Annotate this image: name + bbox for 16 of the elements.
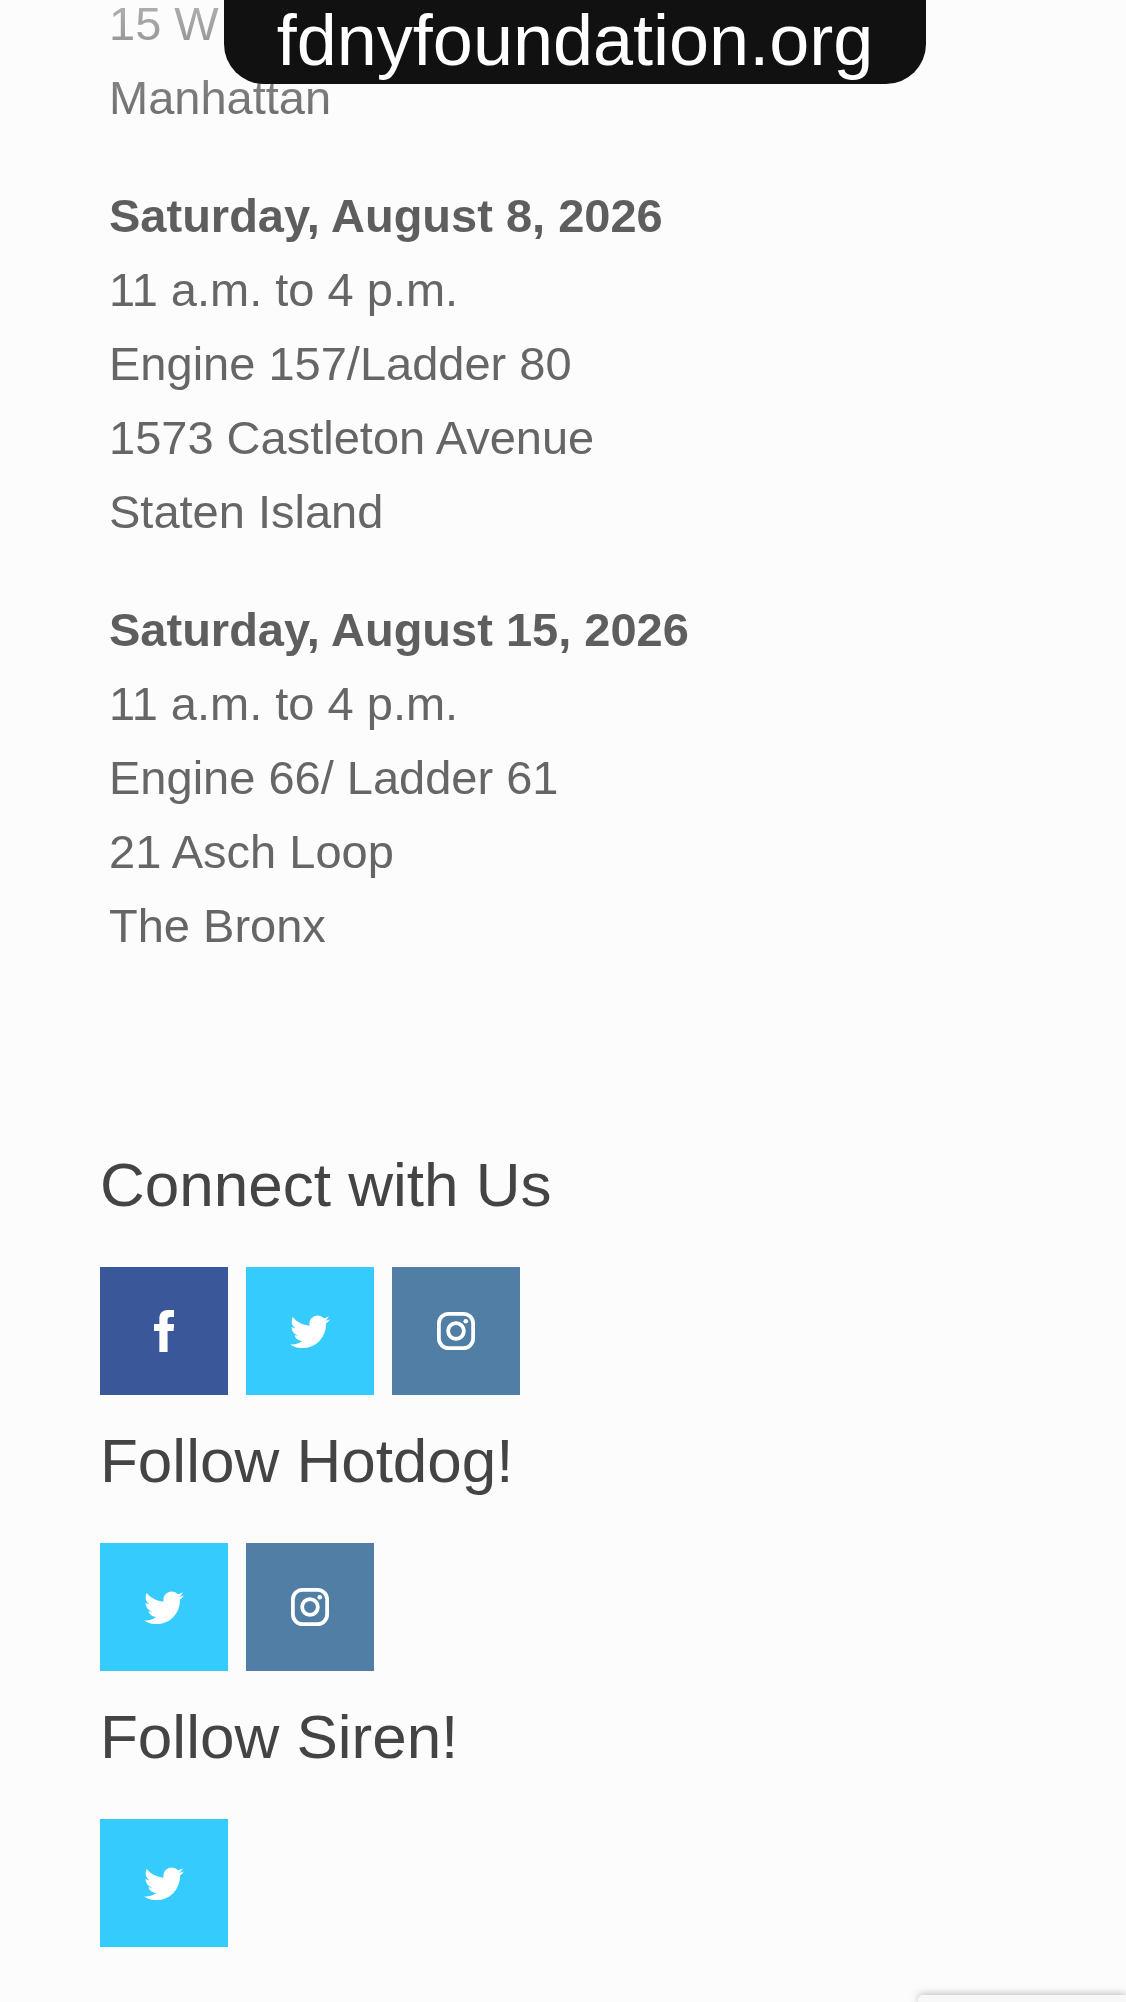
social-button[interactable] <box>100 1267 228 1395</box>
social-button[interactable] <box>246 1543 374 1671</box>
event-detail-text: Staten Island <box>109 488 384 535</box>
url-tooltip: fdnyfoundation.org <box>224 0 926 84</box>
event-detail-text: 15 W <box>109 0 219 47</box>
social-button[interactable] <box>392 1267 520 1395</box>
section-heading: Follow Siren! <box>100 1706 459 1768</box>
bird-icon <box>290 1314 330 1348</box>
event-detail-text: The Bronx <box>109 902 326 949</box>
bird-icon <box>144 1590 184 1624</box>
event-detail-text: 1573 Castleton Avenue <box>109 414 595 461</box>
camera-icon <box>437 1312 475 1350</box>
bird-icon <box>144 1866 184 1900</box>
camera-icon <box>291 1588 329 1626</box>
section-heading: Connect with Us <box>100 1154 552 1216</box>
letter-f-icon <box>154 1310 174 1352</box>
